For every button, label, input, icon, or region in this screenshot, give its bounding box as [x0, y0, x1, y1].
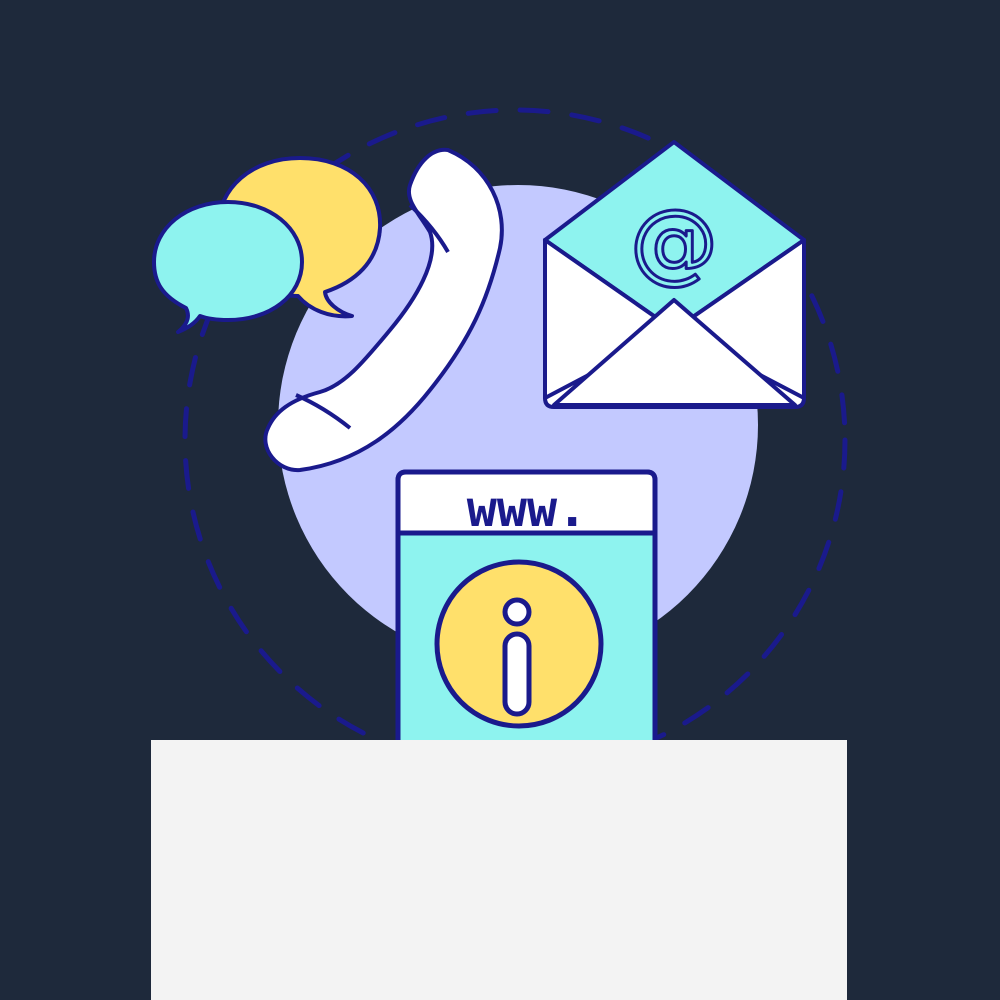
at-symbol: @ — [630, 190, 718, 293]
bottom-panel — [151, 740, 847, 1000]
browser-url-text: www. — [467, 480, 587, 538]
info-dot — [502, 597, 532, 627]
info-stem — [502, 631, 532, 717]
cyan-speech-bubble — [152, 200, 304, 334]
illustration-canvas: @ www. i — [151, 107, 848, 1000]
envelope-at-icon: @ — [543, 140, 806, 409]
contact-illustration: @ www. i — [0, 0, 1000, 1000]
